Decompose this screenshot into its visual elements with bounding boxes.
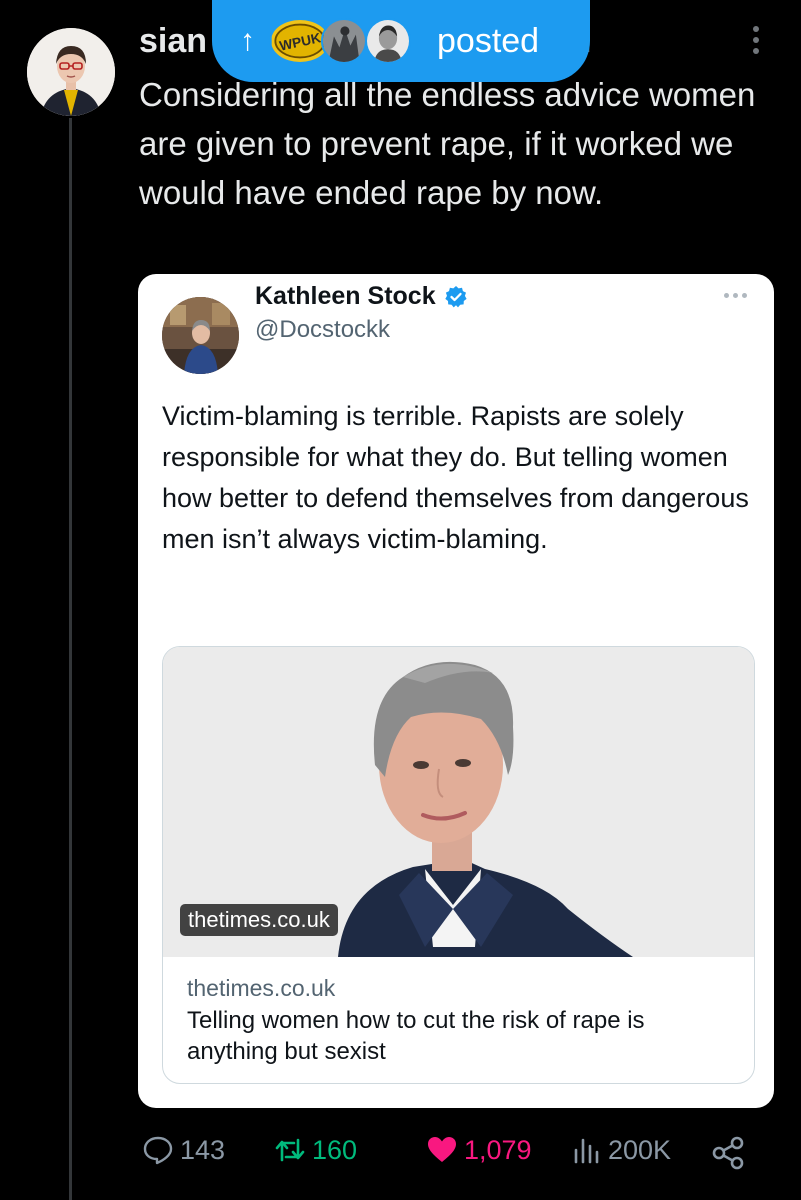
share-button[interactable] bbox=[710, 1134, 754, 1172]
quote-author-handle[interactable]: @Docstockk bbox=[255, 316, 390, 344]
repost-icon bbox=[275, 1138, 305, 1162]
link-preview-image: thetimes.co.uk bbox=[163, 647, 754, 957]
posted-label: posted bbox=[437, 21, 540, 60]
avatar bbox=[365, 18, 411, 64]
quote-more-icon[interactable] bbox=[724, 293, 747, 298]
reply-icon bbox=[143, 1136, 173, 1165]
link-preview-card[interactable]: thetimes.co.uk thetimes.co.uk Telling wo… bbox=[162, 646, 755, 1084]
thread-line bbox=[69, 118, 72, 1200]
posted-pill[interactable]: ↑ WPUK posted bbox=[212, 0, 590, 82]
reply-count: 143 bbox=[180, 1134, 226, 1165]
reply-button[interactable]: 143 bbox=[142, 1134, 225, 1166]
link-title[interactable]: Telling women how to cut the risk of rap… bbox=[187, 1005, 727, 1067]
repost-button[interactable]: 160 bbox=[274, 1134, 357, 1166]
view-count: 200K bbox=[608, 1134, 672, 1165]
like-count: 1,079 bbox=[464, 1134, 532, 1165]
author-name[interactable]: sian bbox=[139, 22, 207, 61]
pill-avatars: WPUK bbox=[269, 16, 429, 66]
post-text: Considering all the endless advice women… bbox=[139, 76, 756, 211]
quote-author-name-text: Kathleen Stock bbox=[255, 282, 436, 310]
quote-text: Victim-blaming is terrible. Rapists are … bbox=[162, 401, 749, 554]
up-arrow-icon: ↑ bbox=[240, 24, 255, 57]
quote-avatar[interactable] bbox=[162, 297, 239, 374]
more-options-icon[interactable] bbox=[748, 26, 764, 60]
repost-count: 160 bbox=[312, 1134, 358, 1165]
image-domain-badge: thetimes.co.uk bbox=[180, 904, 338, 936]
verified-badge-icon bbox=[444, 285, 467, 307]
heart-icon bbox=[428, 1137, 456, 1162]
avatar bbox=[321, 18, 367, 64]
avatar[interactable] bbox=[27, 28, 115, 116]
quote-author-name[interactable]: Kathleen Stock bbox=[255, 282, 468, 311]
like-button[interactable]: 1,079 bbox=[426, 1134, 532, 1166]
quote-card[interactable]: Kathleen Stock @Docstockk Victim-blaming… bbox=[138, 274, 774, 1108]
views-button[interactable]: 200K bbox=[570, 1134, 671, 1166]
views-icon bbox=[574, 1138, 599, 1164]
link-domain: thetimes.co.uk bbox=[187, 975, 336, 1001]
share-icon bbox=[712, 1136, 744, 1170]
action-bar: 143 160 1,079 200K bbox=[138, 1134, 778, 1174]
